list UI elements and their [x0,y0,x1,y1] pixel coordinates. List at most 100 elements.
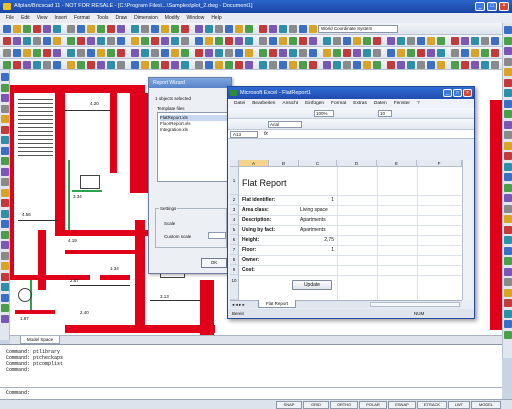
status-snap-button[interactable]: SNAP [276,401,302,409]
tool-button-icon[interactable] [1,167,9,176]
menu-item-help[interactable]: Help [211,15,221,21]
tool-button-icon[interactable] [504,246,512,255]
tool-button-icon[interactable] [504,236,512,244]
custom-scale-input[interactable] [208,232,226,239]
toolbar-button-icon[interactable] [151,37,159,45]
tool-button-icon[interactable] [1,125,9,134]
toolbar-button-icon[interactable] [363,49,371,57]
toolbar-button-icon[interactable] [67,37,75,45]
toolbar-button-icon[interactable] [363,61,371,69]
toolbar-button-icon[interactable] [353,49,361,57]
menu-item-edit[interactable]: Edit [21,15,30,21]
tool-button-icon[interactable] [504,120,512,129]
toolbar-button-icon[interactable] [205,49,213,57]
toolbar-button-icon[interactable] [131,49,139,57]
toolbar-button-icon[interactable] [23,37,31,45]
ucs-select[interactable]: World Coordinate System [318,25,398,33]
tool-button-icon[interactable] [504,215,512,223]
row-header[interactable]: 7 [230,245,239,255]
toolbar-button-icon[interactable] [151,25,159,33]
toolbar-button-icon[interactable] [235,61,243,69]
toolbar-button-icon[interactable] [87,49,95,57]
toolbar-button-icon[interactable] [171,37,179,45]
toolbar-button-icon[interactable] [437,61,445,69]
tool-button-icon[interactable] [504,278,512,286]
tool-button-icon[interactable] [504,68,512,76]
toolbar-button-icon[interactable] [235,25,243,33]
toolbar-button-icon[interactable] [161,25,169,33]
toolbar-button-icon[interactable] [131,37,139,45]
tool-button-icon[interactable] [504,320,512,328]
toolbar-button-icon[interactable] [309,37,317,45]
toolbar-button-icon[interactable] [13,37,21,45]
toolbar-button-icon[interactable] [87,61,95,69]
toolbar-button-icon[interactable] [299,61,307,69]
status-ortho-button[interactable]: ORTHO [330,401,358,409]
toolbar-button-icon[interactable] [215,25,223,33]
sheet-nav-arrows[interactable]: ◂ ◂ ▸ ▸ [232,301,245,308]
toolbar-button-icon[interactable] [269,49,277,57]
toolbar-button-icon[interactable] [437,49,445,57]
tool-button-icon[interactable] [504,309,512,318]
toolbar-button-icon[interactable] [461,61,469,69]
toolbar-button-icon[interactable] [323,61,331,69]
command-input[interactable]: Command: [0,387,502,399]
select-all-corner[interactable] [230,160,239,167]
toolbar-button-icon[interactable] [397,37,405,45]
tool-button-icon[interactable] [504,257,512,265]
toolbar-button-icon[interactable] [259,61,267,69]
toolbar-button-icon[interactable] [461,37,469,45]
menu-item-modify[interactable]: Modify [165,15,180,21]
sheet-tab-flat-report[interactable]: Flat Report [258,300,296,308]
menu-item-insert[interactable]: Insert [54,15,67,21]
tool-button-icon[interactable] [504,141,512,150]
toolbar-button-icon[interactable] [387,37,395,45]
toolbar-button-icon[interactable] [289,25,297,33]
row-header[interactable]: 2 [230,195,239,205]
toolbar-button-icon[interactable] [53,61,61,69]
tool-button-icon[interactable] [1,115,9,123]
toolbar-button-icon[interactable] [235,49,243,57]
tool-button-icon[interactable] [504,267,512,276]
toolbar-button-icon[interactable] [471,61,479,69]
toolbar-button-icon[interactable] [33,37,41,45]
column-header[interactable]: F [417,160,462,167]
toolbar-button-icon[interactable] [117,61,125,69]
toolbar-button-icon[interactable] [33,49,41,57]
toolbar-button-icon[interactable] [451,49,459,57]
toolbar-button-icon[interactable] [141,37,149,45]
horizontal-scrollbar[interactable] [370,302,460,307]
toolbar-button-icon[interactable] [3,61,11,69]
toolbar-button-icon[interactable] [245,61,253,69]
status-lwt-button[interactable]: LWT [448,401,470,409]
toolbar-button-icon[interactable] [225,25,233,33]
toolbar-button-icon[interactable] [131,25,139,33]
row-header[interactable]: 10 [230,275,239,300]
toolbar-button-icon[interactable] [205,61,213,69]
toolbar-button-icon[interactable] [3,25,11,33]
toolbar-button-icon[interactable] [43,37,51,45]
toolbar-button-icon[interactable] [107,37,115,45]
toolbar-button-icon[interactable] [451,37,459,45]
toolbar-button-icon[interactable] [53,49,61,57]
toolbar-button-icon[interactable] [161,37,169,45]
toolbar-button-icon[interactable] [323,37,331,45]
column-header[interactable]: D [337,160,377,167]
toolbar-button-icon[interactable] [245,49,253,57]
column-header[interactable]: A [239,160,269,167]
toolbar-button-icon[interactable] [373,49,381,57]
tool-button-icon[interactable] [1,136,9,144]
toolbar-button-icon[interactable] [141,49,149,57]
row-header[interactable]: 6 [230,235,239,245]
toolbar-button-icon[interactable] [471,49,479,57]
tool-button-icon[interactable] [504,26,512,34]
toolbar-button-icon[interactable] [205,25,213,33]
update-button[interactable]: Update [292,280,332,290]
toolbar-button-icon[interactable] [289,61,297,69]
toolbar-button-icon[interactable] [481,49,489,57]
excel-menu-item[interactable]: Ansicht [282,101,298,106]
minimize-button[interactable]: _ [475,2,485,11]
toolbar-button-icon[interactable] [259,49,267,57]
toolbar-button-icon[interactable] [215,37,223,45]
tool-button-icon[interactable] [1,251,9,260]
